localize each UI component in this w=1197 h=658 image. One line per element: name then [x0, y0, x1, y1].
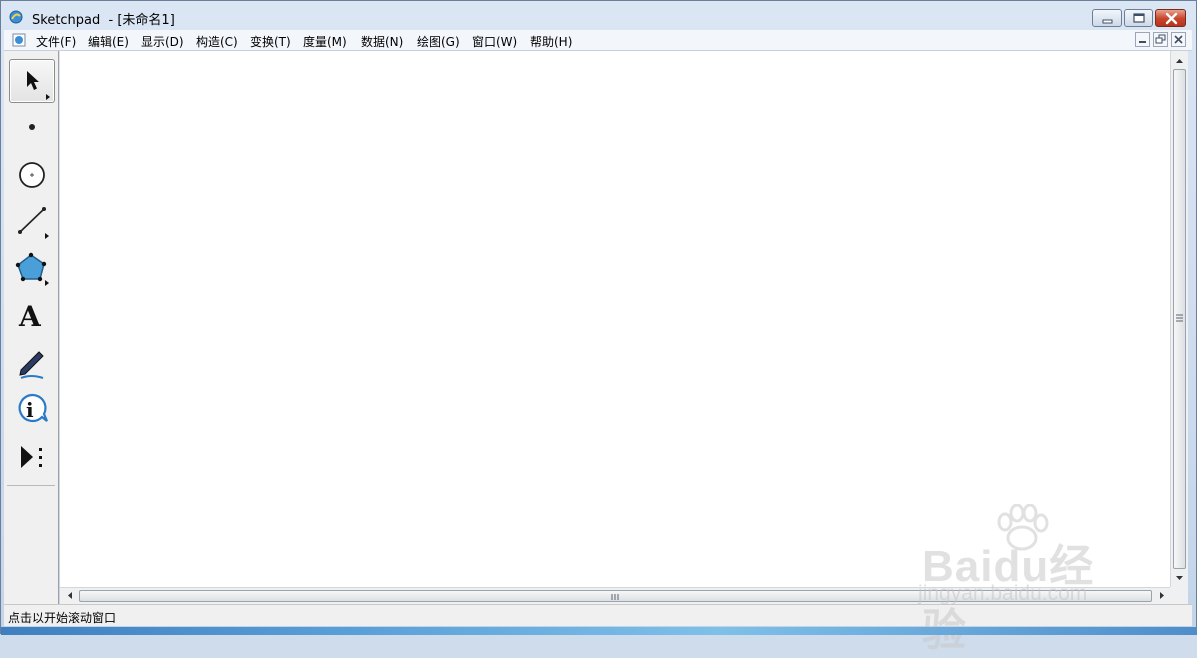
minimize-icon	[1139, 41, 1146, 43]
status-text: 点击以开始滚动窗口	[8, 611, 117, 625]
menu-help[interactable]: 帮助(H)	[530, 33, 572, 50]
document-restore-button[interactable]	[1153, 32, 1168, 47]
toolbox-divider	[7, 485, 55, 486]
grip-icon	[1176, 314, 1183, 322]
svg-text:A: A	[18, 300, 42, 333]
minimize-icon	[1102, 19, 1113, 24]
info-icon: i	[18, 393, 49, 423]
restore-icon	[1133, 13, 1145, 23]
baidu-watermark: Baidu经验 jingyan.baidu.com	[916, 504, 1136, 655]
title-bar[interactable]: Sketchpad - [未命名1]	[1, 1, 1196, 31]
watermark-url: jingyan.baidu.com	[918, 582, 1088, 605]
maximize-button[interactable]	[1124, 9, 1153, 27]
vertical-scrollbar[interactable]	[1170, 51, 1188, 587]
restore-icon	[1155, 34, 1166, 44]
menu-construct[interactable]: 构造(C)	[196, 33, 238, 50]
document-icon[interactable]	[12, 33, 26, 47]
text-tool[interactable]: A	[9, 294, 55, 338]
straightedge-tool[interactable]	[9, 200, 55, 244]
menu-edit[interactable]: 编辑(E)	[88, 33, 129, 50]
menu-bar: 文件(F) 编辑(E) 显示(D) 构造(C) 变换(T) 度量(M) 数据(N…	[4, 30, 1192, 51]
circle-icon	[19, 162, 45, 188]
information-tool[interactable]: i	[9, 388, 55, 432]
document-minimize-button[interactable]	[1135, 32, 1150, 47]
menu-transform[interactable]: 变换(T)	[250, 33, 291, 50]
polygon-tool[interactable]	[9, 247, 55, 291]
text-A-icon: A	[18, 300, 42, 333]
close-button[interactable]	[1155, 9, 1186, 27]
menu-measure[interactable]: 度量(M)	[303, 33, 347, 50]
menu-file[interactable]: 文件(F)	[36, 33, 76, 50]
sketchpad-window: Sketchpad - [未命名1] 文件(F) 编辑(E) 显示(D) 构造(…	[0, 0, 1197, 655]
menu-window[interactable]: 窗口(W)	[472, 33, 517, 50]
polygon-icon	[15, 252, 49, 286]
marker-tool[interactable]	[9, 341, 55, 385]
menu-data[interactable]: 数据(N)	[361, 33, 403, 50]
scroll-left-icon[interactable]	[62, 588, 78, 603]
minimize-button[interactable]	[1092, 9, 1122, 27]
point-tool[interactable]	[9, 106, 55, 150]
document-close-button[interactable]	[1171, 32, 1186, 47]
menu-display[interactable]: 显示(D)	[141, 33, 184, 50]
vertical-scroll-thumb[interactable]	[1173, 69, 1186, 569]
close-icon	[1165, 12, 1178, 25]
svg-text:i: i	[26, 398, 34, 422]
custom-tool[interactable]	[9, 435, 55, 479]
scroll-right-icon[interactable]	[1154, 588, 1170, 603]
marker-icon	[19, 351, 44, 379]
arrow-icon	[27, 71, 50, 100]
scrollbar-corner	[1170, 587, 1188, 604]
app-icon	[9, 10, 23, 24]
scroll-down-icon[interactable]	[1171, 570, 1188, 586]
scroll-up-icon[interactable]	[1171, 53, 1188, 69]
window-title: Sketchpad - [未命名1]	[32, 13, 175, 28]
custom-tools-icon	[21, 446, 42, 468]
compass-tool[interactable]	[9, 153, 55, 197]
close-icon	[1174, 35, 1183, 44]
selection-arrow-tool[interactable]	[9, 59, 55, 103]
segment-icon	[18, 207, 49, 239]
point-icon	[29, 124, 35, 130]
menu-graph[interactable]: 绘图(G)	[417, 33, 460, 50]
toolbox: A i	[4, 51, 59, 604]
